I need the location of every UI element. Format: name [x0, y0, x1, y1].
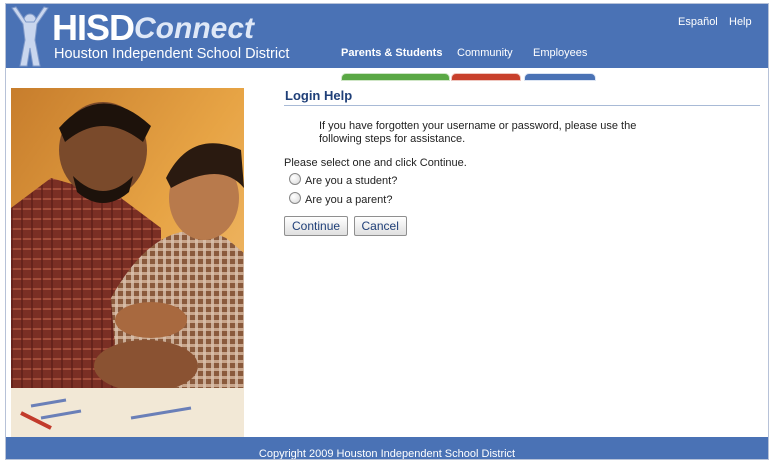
student-radio[interactable] — [289, 173, 301, 185]
tab-community-label: Community — [457, 47, 513, 59]
cancel-button[interactable]: Cancel — [353, 216, 407, 236]
parent-option-label[interactable]: Are you a parent? — [305, 194, 392, 206]
copyright-text: Copyright 2009 Houston Independent Schoo… — [258, 448, 516, 460]
site-header: HISDConnect Houston Independent School D… — [6, 4, 768, 81]
page-title: Login Help — [284, 88, 760, 106]
tab-employees-label: Employees — [533, 47, 588, 59]
student-option-label[interactable]: Are you a student? — [305, 175, 397, 187]
parent-radio[interactable] — [289, 192, 301, 204]
tab-community-bar — [451, 73, 521, 81]
site-footer: Copyright 2009 Houston Independent Schoo… — [6, 437, 768, 460]
button-row: Continue Cancel — [284, 216, 760, 236]
site-logo[interactable]: HISDConnect — [52, 7, 255, 48]
espanol-link[interactable]: Español — [678, 16, 718, 28]
logo-subtitle: Houston Independent School District — [54, 46, 290, 62]
tab-community[interactable]: Community — [451, 47, 521, 81]
tab-parents-students-label: Parents & Students — [341, 47, 443, 59]
tab-parents-students-bar — [341, 73, 450, 81]
tab-employees[interactable]: Employees — [524, 47, 596, 81]
instruction-text: Please select one and click Continue. — [284, 157, 467, 169]
continue-button[interactable]: Continue — [284, 216, 349, 236]
help-link[interactable]: Help — [729, 16, 752, 28]
logo-connect-text: Connect — [134, 12, 255, 45]
photo-illustration — [11, 88, 244, 438]
login-help-panel: Login Help If you have forgotten your us… — [284, 88, 760, 236]
parent-child-photo — [11, 88, 244, 438]
tab-parents-students[interactable]: Parents & Students — [341, 47, 450, 81]
intro-text: If you have forgotten your username or p… — [319, 120, 637, 145]
parent-option[interactable]: Are you a parent? — [284, 190, 760, 207]
cheering-figure-logo-icon — [11, 6, 49, 67]
student-option[interactable]: Are you a student? — [284, 171, 760, 188]
tab-employees-bar — [524, 73, 596, 81]
page-frame: HISDConnect Houston Independent School D… — [5, 3, 769, 460]
logo-hisd-text: HISD — [52, 7, 135, 48]
